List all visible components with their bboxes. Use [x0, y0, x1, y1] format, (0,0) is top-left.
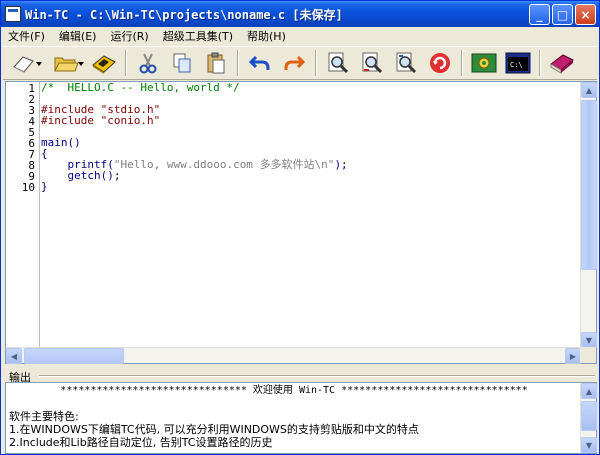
find-next-button[interactable] [357, 48, 387, 78]
help-button[interactable] [547, 48, 577, 78]
toolbar-separator [539, 50, 541, 76]
scroll-up-button[interactable]: ▲ [581, 82, 597, 98]
output-divider [39, 375, 595, 377]
scroll-down-button[interactable]: ▼ [581, 332, 597, 348]
arrow-down-icon: ▼ [585, 440, 593, 450]
scroll-down-button[interactable]: ▼ [581, 437, 597, 453]
main-window: Win-TC - C:\Win-TC\projects\noname.c [未保… [0, 0, 600, 455]
window-controls: _ □ × [529, 4, 596, 25]
line-number-gutter: 1 2 3 4 5 6 7 8 9 10 [6, 82, 40, 348]
replace-button[interactable] [391, 48, 421, 78]
output-line: 1.在WINDOWS下编辑TC代码, 可以充分利用WINDOWS的支持剪贴版和中… [9, 423, 419, 436]
maximize-button[interactable]: □ [552, 4, 573, 25]
code-line[interactable]: /* HELLO.C -- Hello, world */ [41, 82, 240, 93]
line-number: 10 [21, 181, 35, 194]
open-button[interactable] [47, 48, 85, 78]
svg-text:C:\: C:\ [510, 61, 523, 69]
menu-tools[interactable]: 超级工具集(T) [156, 28, 240, 44]
code-area[interactable]: /* HELLO.C -- Hello, world */ #include "… [41, 82, 583, 348]
copy-icon [173, 53, 191, 73]
arrow-left-icon: ◀ [10, 351, 18, 361]
code-token: ); [334, 158, 348, 171]
undo-icon [248, 55, 270, 70]
open-folder-icon [54, 57, 79, 72]
compile-icon [471, 53, 497, 73]
code-line[interactable]: #include "conio.h" [41, 115, 160, 126]
new-file-button[interactable] [5, 48, 43, 78]
code-line[interactable]: } [41, 181, 48, 192]
app-icon [5, 6, 21, 22]
chevron-down-icon[interactable] [36, 62, 42, 66]
refresh-button[interactable] [425, 48, 455, 78]
code-line[interactable]: getch(); [41, 170, 120, 181]
scroll-left-button[interactable]: ◀ [6, 348, 22, 364]
menu-bar: 文件(F) 编辑(E) 运行(R) 超级工具集(T) 帮助(H) [1, 27, 599, 45]
help-book-icon [550, 54, 574, 74]
editor-vertical-scrollbar[interactable]: ▲ ▼ [580, 82, 597, 348]
toolbar-separator [237, 50, 239, 76]
arrow-up-icon: ▲ [585, 85, 593, 95]
scroll-thumb[interactable] [581, 401, 597, 431]
toolbar-separator [125, 50, 127, 76]
compile-button[interactable] [469, 48, 499, 78]
scroll-thumb[interactable] [24, 348, 124, 364]
save-button[interactable] [89, 48, 119, 78]
new-file-icon [13, 56, 34, 73]
menu-file[interactable]: 文件(F) [1, 28, 52, 44]
toolbar-separator [461, 50, 463, 76]
paste-button[interactable] [201, 48, 231, 78]
toolbar: C:\ [3, 46, 597, 80]
redo-icon [284, 55, 306, 70]
minimize-button[interactable]: _ [529, 4, 550, 25]
cut-button[interactable] [133, 48, 163, 78]
output-vertical-scrollbar[interactable]: ▲ ▼ [580, 383, 597, 453]
redo-button[interactable] [279, 48, 309, 78]
output-panel[interactable]: ******************************* 欢迎使用 Win… [5, 382, 597, 454]
menu-help[interactable]: 帮助(H) [240, 28, 293, 44]
output-line: ******************************* 欢迎使用 Win… [60, 385, 528, 396]
find-next-icon [362, 52, 383, 74]
menu-run[interactable]: 运行(R) [103, 28, 155, 44]
chevron-down-icon[interactable] [78, 62, 84, 66]
output-line: 软件主要特色: [9, 410, 79, 423]
editor-horizontal-scrollbar[interactable]: ◀ ▶ [6, 347, 581, 364]
menu-edit[interactable]: 编辑(E) [52, 28, 104, 44]
find-button[interactable] [323, 48, 353, 78]
cut-icon [139, 53, 157, 74]
refresh-icon [430, 53, 450, 73]
arrow-right-icon: ▶ [569, 351, 577, 361]
output-line: 2.Include和Lib路径自动定位, 告别TC设置路径的历史 [9, 436, 273, 449]
save-disk-icon [92, 55, 116, 74]
scroll-right-button[interactable]: ▶ [565, 348, 581, 364]
string-literal: "Hello, www.ddooo.com 多多软件站\n" [113, 158, 335, 171]
code-editor[interactable]: 1 2 3 4 5 6 7 8 9 10 /* HELLO.C -- Hello… [5, 81, 597, 364]
find-icon [328, 52, 349, 74]
scroll-up-button[interactable]: ▲ [581, 383, 597, 399]
arrow-up-icon: ▲ [585, 386, 593, 396]
replace-icon [396, 52, 417, 74]
title-bar[interactable]: Win-TC - C:\Win-TC\projects\noname.c [未保… [1, 1, 599, 27]
window-title: Win-TC - C:\Win-TC\projects\noname.c [未保… [25, 7, 343, 22]
arrow-down-icon: ▼ [585, 335, 593, 345]
paste-icon [207, 52, 225, 74]
toolbar-separator [315, 50, 317, 76]
copy-button[interactable] [167, 48, 197, 78]
close-button[interactable]: × [575, 4, 596, 25]
undo-button[interactable] [245, 48, 275, 78]
scroll-thumb[interactable] [581, 100, 597, 270]
run-button[interactable]: C:\ [503, 48, 533, 78]
run-console-icon: C:\ [505, 52, 531, 74]
scrollbar-corner [580, 347, 596, 363]
